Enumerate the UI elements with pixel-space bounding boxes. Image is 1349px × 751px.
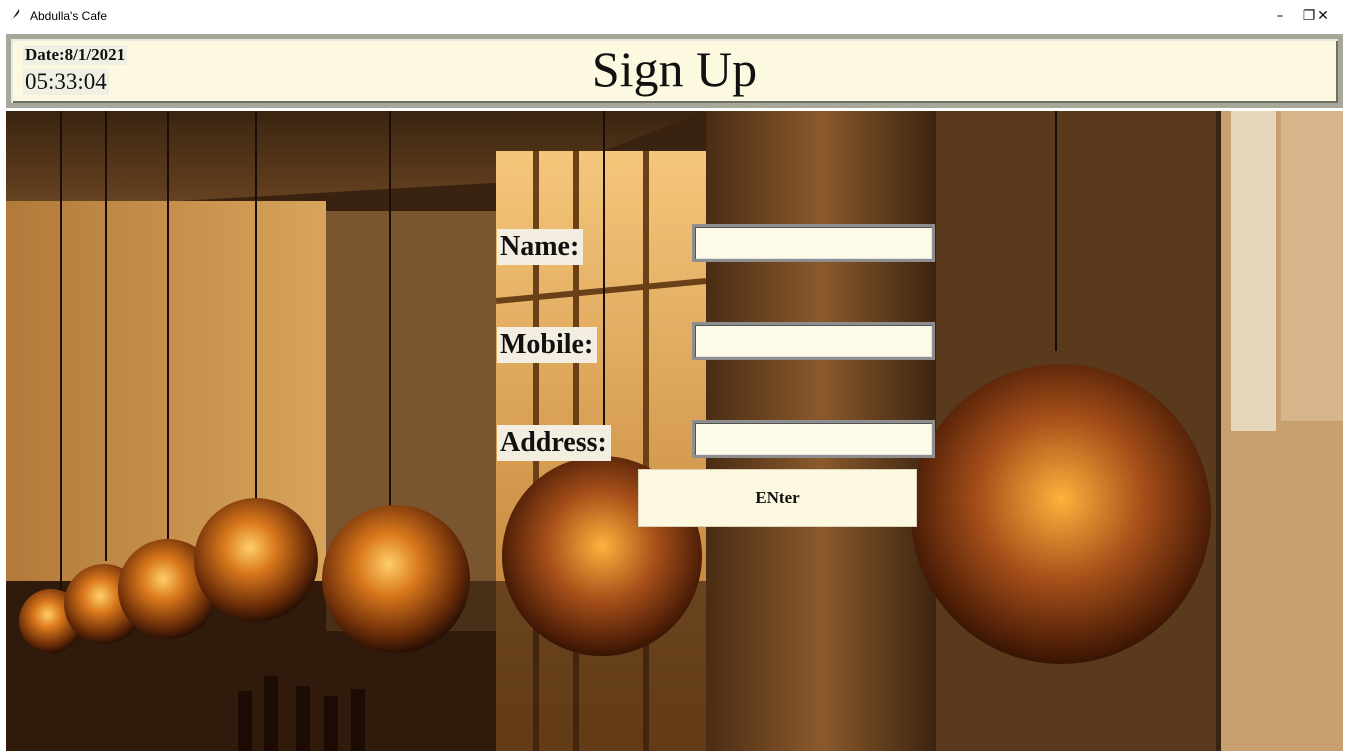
- cafe-interior-image: [6, 111, 1343, 751]
- window-titlebar[interactable]: Abdulla's Cafe – ❐ ✕: [0, 0, 1349, 31]
- name-label: Name:: [497, 229, 584, 265]
- enter-button[interactable]: ENter: [638, 469, 917, 527]
- name-input[interactable]: [692, 224, 935, 262]
- header-panel: Date:8/1/2021 05:33:04 Sign Up: [6, 34, 1343, 108]
- close-button[interactable]: ✕: [1300, 0, 1346, 31]
- address-input[interactable]: [692, 420, 935, 458]
- app-window: Date:8/1/2021 05:33:04 Sign Up Name: Mob…: [6, 31, 1343, 751]
- mobile-label: Mobile:: [497, 327, 598, 363]
- feather-icon: [11, 9, 20, 21]
- mobile-input[interactable]: [692, 322, 935, 360]
- address-label: Address:: [497, 425, 611, 461]
- page-title: Sign Up: [591, 41, 758, 97]
- window-title: Abdulla's Cafe: [30, 9, 108, 23]
